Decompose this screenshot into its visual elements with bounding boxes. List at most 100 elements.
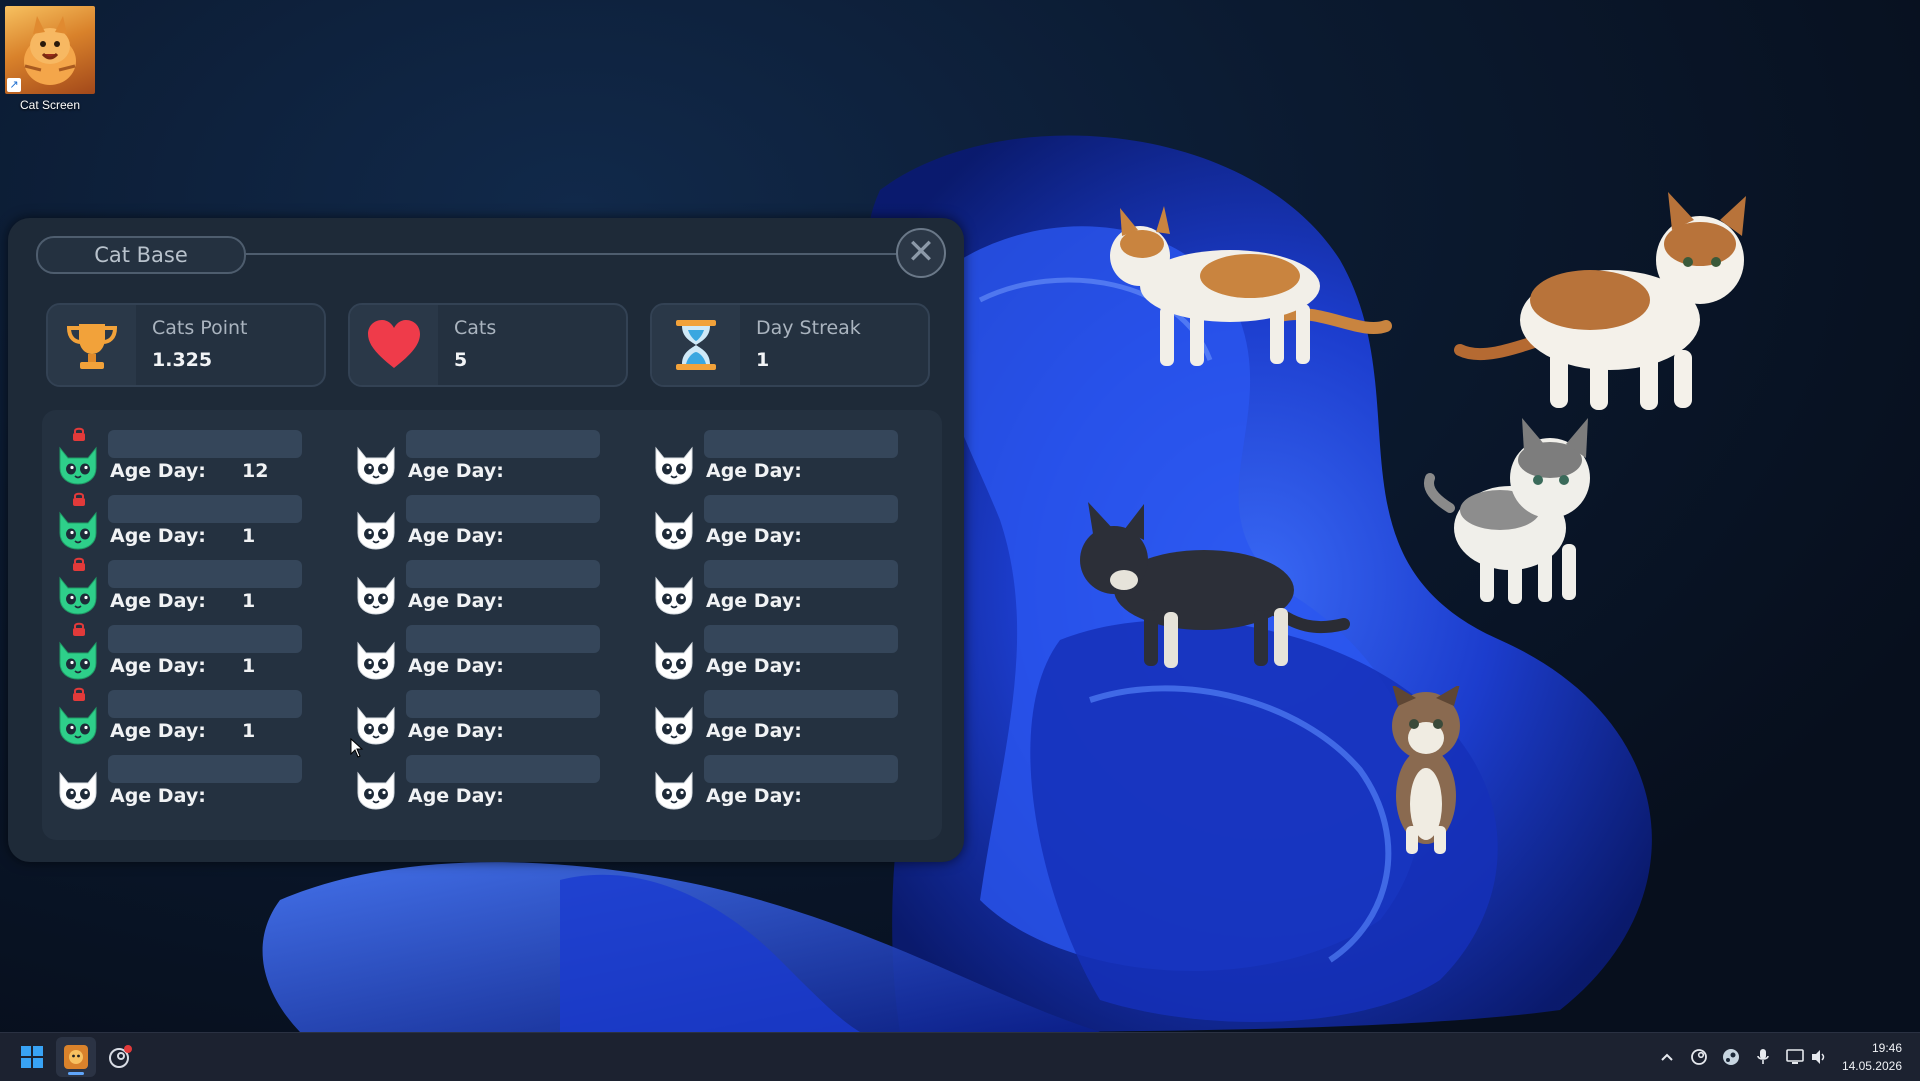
cat-slot[interactable]: Age Day:	[638, 428, 898, 486]
cat-face-icon	[59, 576, 97, 615]
close-button[interactable]: ✕	[896, 228, 946, 278]
age-label: Age Day:	[706, 720, 802, 742]
age-value: 1	[242, 655, 256, 677]
steam-like-icon[interactable]	[1689, 1047, 1709, 1067]
age-label: Age Day:	[408, 655, 504, 677]
cat-slot[interactable]: Age Day: 1	[42, 492, 302, 551]
clock-time: 19:46	[1871, 1041, 1902, 1055]
cat-app-icon	[64, 1045, 88, 1069]
cat-name-field[interactable]	[704, 560, 898, 588]
cat-name-field[interactable]	[406, 430, 600, 458]
lock-icon	[73, 687, 85, 701]
cat-name-field[interactable]	[108, 560, 302, 588]
age-label: Age Day:	[110, 590, 206, 612]
age-label: Age Day:	[706, 785, 802, 807]
age-label: Age Day:	[706, 525, 802, 547]
cat-face-icon	[655, 511, 693, 550]
age-label: Age Day:	[408, 590, 504, 612]
cat-face-icon	[59, 771, 97, 810]
desktop-shortcut-cat-screen[interactable]: ↗ Cat Screen	[4, 6, 96, 112]
stat-label: Cats	[454, 317, 497, 339]
age-label: Age Day:	[706, 655, 802, 677]
cat-slot[interactable]: Age Day:	[638, 558, 898, 616]
cat-name-field[interactable]	[108, 625, 302, 653]
cat-name-field[interactable]	[704, 755, 898, 783]
cat-base-window: Cat Base ✕ Cats Point 1.325 Cats 5 Day S…	[8, 218, 964, 862]
cat-name-field[interactable]	[108, 430, 302, 458]
age-value: 1	[242, 590, 256, 612]
steam-icon[interactable]	[1721, 1047, 1741, 1067]
cat-slot[interactable]: Age Day:	[638, 753, 898, 811]
hourglass-icon	[652, 305, 740, 385]
windows-logo-icon	[21, 1046, 43, 1068]
cat-slot[interactable]: Age Day: 1	[42, 622, 302, 681]
stat-label: Cats Point	[152, 317, 248, 339]
taskbar-app-steam[interactable]	[100, 1037, 140, 1077]
cat-face-icon	[357, 511, 395, 550]
window-title: Cat Base	[36, 236, 246, 274]
microphone-icon[interactable]	[1753, 1047, 1773, 1067]
taskbar-app-cat-screen[interactable]	[56, 1037, 96, 1077]
stat-card-cats: Cats 5	[348, 303, 628, 387]
cat-slot[interactable]: Age Day: 1	[42, 687, 302, 746]
cat-name-field[interactable]	[704, 690, 898, 718]
cat-slot[interactable]: Age Day:	[638, 623, 898, 681]
age-label: Age Day:	[110, 525, 206, 547]
desktop-cat-tabby-front[interactable]	[1376, 686, 1476, 856]
cat-face-icon	[357, 446, 395, 485]
window-titlebar: Cat Base ✕	[26, 228, 946, 278]
taskbar-clock[interactable]: 19:46 14.05.2026	[1842, 1039, 1902, 1075]
desktop-cat-calico-1[interactable]	[1080, 196, 1400, 376]
mouse-cursor-icon	[350, 738, 364, 758]
lock-icon	[73, 622, 85, 636]
cat-name-field[interactable]	[108, 495, 302, 523]
cat-name-field[interactable]	[406, 690, 600, 718]
age-label: Age Day:	[408, 525, 504, 547]
cat-face-icon	[357, 576, 395, 615]
cat-name-field[interactable]	[406, 560, 600, 588]
cat-slot[interactable]: Age Day:	[42, 753, 302, 811]
network-icon[interactable]	[1785, 1047, 1805, 1067]
shortcut-arrow-icon: ↗	[7, 78, 21, 92]
desktop-cat-black-white[interactable]	[1064, 500, 1354, 675]
age-label: Age Day:	[110, 460, 206, 482]
cat-name-field[interactable]	[704, 495, 898, 523]
cat-face-icon	[655, 771, 693, 810]
age-label: Age Day:	[408, 785, 504, 807]
cat-slot[interactable]: Age Day:	[340, 688, 600, 746]
cat-name-field[interactable]	[406, 495, 600, 523]
close-icon: ✕	[906, 232, 936, 272]
start-button[interactable]	[12, 1037, 52, 1077]
cat-name-field[interactable]	[704, 430, 898, 458]
cat-slot[interactable]: Age Day:	[340, 623, 600, 681]
cat-name-field[interactable]	[406, 625, 600, 653]
cat-name-field[interactable]	[108, 690, 302, 718]
cat-slot[interactable]: Age Day:	[340, 753, 600, 811]
lock-icon	[73, 557, 85, 571]
volume-icon[interactable]	[1809, 1047, 1829, 1067]
cat-slot[interactable]: Age Day:	[638, 493, 898, 551]
desktop-cat-tabby-white[interactable]	[1420, 418, 1620, 608]
cat-slot[interactable]: Age Day:	[340, 428, 600, 486]
cat-face-icon	[59, 511, 97, 550]
steam-like-icon	[109, 1045, 132, 1068]
cat-name-field[interactable]	[704, 625, 898, 653]
cat-face-icon	[59, 641, 97, 680]
cat-slot[interactable]: Age Day: 12	[42, 427, 302, 486]
cat-face-icon	[655, 576, 693, 615]
cat-slot[interactable]: Age Day: 1	[42, 557, 302, 616]
taskbar: 19:46 14.05.2026	[0, 1032, 1920, 1081]
cat-slot[interactable]: Age Day:	[340, 558, 600, 616]
desktop-cat-calico-2[interactable]	[1450, 190, 1770, 420]
cat-name-field[interactable]	[108, 755, 302, 783]
cat-face-icon	[59, 446, 97, 485]
cat-slot[interactable]: Age Day:	[638, 688, 898, 746]
cat-name-field[interactable]	[406, 755, 600, 783]
age-label: Age Day:	[408, 460, 504, 482]
age-label: Age Day:	[408, 720, 504, 742]
chevron-up-icon[interactable]	[1657, 1047, 1677, 1067]
heart-icon	[350, 305, 438, 385]
stat-card-day-streak: Day Streak 1	[650, 303, 930, 387]
age-label: Age Day:	[706, 460, 802, 482]
cat-slot[interactable]: Age Day:	[340, 493, 600, 551]
